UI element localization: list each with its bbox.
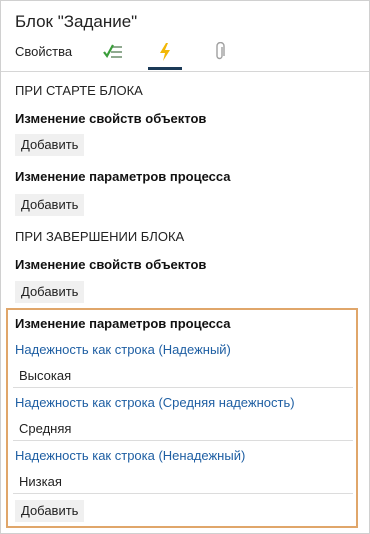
param-value-unreliable[interactable]: Низкая <box>19 474 370 489</box>
panel-title: Блок "Задание" <box>15 12 138 31</box>
checklist-icon[interactable] <box>101 40 125 64</box>
block-properties-panel: Блок "Задание" Свойства ПРИ СТАРТЕ БЛОКА <box>0 0 370 534</box>
tab-bar: Свойства <box>1 39 369 70</box>
param-separator <box>13 440 353 441</box>
section-on-start-heading: ПРИ СТАРТЕ БЛОКА <box>15 83 143 98</box>
tab-properties[interactable]: Свойства <box>15 44 72 59</box>
active-tab-indicator <box>148 67 182 70</box>
change-process-params-title: Изменение параметров процесса <box>15 169 231 184</box>
param-value-medium[interactable]: Средняя <box>19 421 370 436</box>
add-process-param-button[interactable]: Добавить <box>15 194 85 216</box>
param-link-reliable[interactable]: Надежность как строка (Надежный) <box>15 342 231 357</box>
param-value-reliable[interactable]: Высокая <box>19 368 370 383</box>
highlighted-process-params-group <box>6 308 358 528</box>
add-object-property-button[interactable]: Добавить <box>15 134 85 156</box>
param-link-unreliable[interactable]: Надежность как строка (Ненадежный) <box>15 448 245 463</box>
section-on-finish-heading: ПРИ ЗАВЕРШЕНИИ БЛОКА <box>15 229 185 244</box>
param-link-medium[interactable]: Надежность как строка (Средняя надежност… <box>15 395 295 410</box>
change-object-properties-title: Изменение свойств объектов <box>15 111 207 126</box>
param-separator <box>13 493 353 494</box>
change-object-properties-title: Изменение свойств объектов <box>15 257 207 272</box>
param-separator <box>13 387 353 388</box>
lightning-icon[interactable] <box>153 40 177 64</box>
add-object-property-button[interactable]: Добавить <box>15 281 85 303</box>
change-process-params-title: Изменение параметров процесса <box>15 316 231 331</box>
add-process-param-button[interactable]: Добавить <box>15 500 85 522</box>
paperclip-icon[interactable] <box>208 40 232 64</box>
header-divider <box>1 71 369 72</box>
